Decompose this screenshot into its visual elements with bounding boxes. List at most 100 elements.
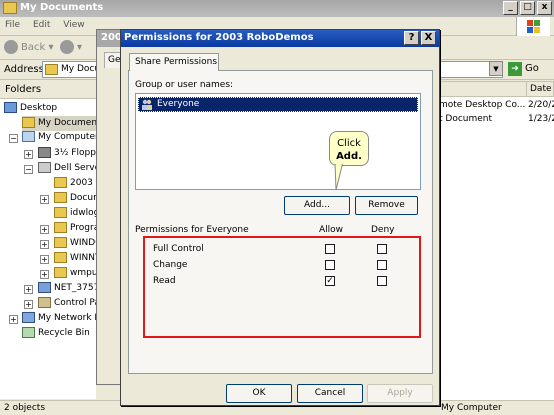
expand-icon[interactable]: + (40, 225, 49, 234)
address-value: My Docum (61, 64, 99, 74)
windows-logo-icon (516, 17, 550, 36)
dialog-titlebar: Permissions for 2003 RoboDemos ? X (121, 30, 439, 47)
explorer-title: My Documents (20, 2, 104, 13)
tree-item-dell-server[interactable]: Dell Server (38, 161, 96, 176)
users-group-icon (141, 99, 153, 110)
menu-view[interactable]: View (63, 20, 84, 30)
group-users-label: Group or user names: (135, 80, 234, 90)
folder-icon (45, 64, 58, 75)
file-name: mote Desktop Co... (439, 100, 526, 110)
folder-icon (54, 237, 67, 248)
column-label: Date M (530, 84, 553, 94)
allow-column-label: Allow (319, 225, 344, 235)
full-control-deny-checkbox[interactable] (377, 244, 387, 254)
list-item[interactable]: t Document (439, 114, 492, 124)
menu-file[interactable]: File (5, 20, 20, 30)
expand-icon[interactable]: + (24, 300, 33, 309)
expand-icon[interactable]: + (24, 285, 33, 294)
cancel-button[interactable]: Cancel (297, 384, 363, 403)
column-header-date[interactable]: Date M (526, 81, 554, 97)
maximize-button[interactable]: □ (520, 1, 535, 15)
user-list[interactable]: Everyone (135, 93, 421, 190)
remove-button[interactable]: Remove (355, 196, 418, 215)
list-item[interactable]: mote Desktop Co... (439, 100, 525, 110)
tree-label: Dell Server (54, 163, 96, 173)
file-list: Date M mote Desktop Co... 2/20/2 t Docum… (437, 81, 554, 401)
expand-icon[interactable]: + (40, 270, 49, 279)
tree-item-my-network[interactable]: My Network P (22, 311, 96, 326)
expand-icon[interactable]: + (40, 195, 49, 204)
expand-icon[interactable]: + (40, 255, 49, 264)
expand-icon[interactable]: + (24, 150, 33, 159)
read-allow-checkbox[interactable]: ✓ (325, 276, 335, 286)
status-location: My Computer (441, 403, 502, 413)
network-drive-icon (38, 282, 51, 293)
forward-button[interactable]: ▾ (60, 40, 82, 54)
column-header-name[interactable] (437, 81, 527, 97)
tree-label: 2003 (70, 178, 93, 188)
user-row-everyone[interactable]: Everyone (138, 97, 418, 112)
full-control-allow-checkbox[interactable] (325, 244, 335, 254)
tree-item-my-documents[interactable]: My Documents (22, 116, 96, 131)
list-item-date: 1/23/2 (528, 114, 554, 124)
tree-item-net[interactable]: NET_3757 (38, 281, 96, 296)
collapse-icon[interactable]: − (9, 134, 18, 143)
recycle-bin-icon (22, 327, 35, 338)
change-allow-checkbox[interactable] (325, 260, 335, 270)
folder-icon (54, 192, 67, 203)
menu-edit[interactable]: Edit (33, 20, 50, 30)
collapse-icon[interactable]: − (24, 165, 33, 174)
go-label: Go (525, 63, 539, 74)
permission-full-control-label: Full Control (153, 244, 204, 254)
tree-label: 3½ Floppy (54, 148, 96, 158)
add-button[interactable]: Add... (284, 196, 350, 215)
callout-line-1: Click (337, 138, 361, 149)
tree-item-idwlog[interactable]: idwlog (54, 206, 96, 221)
tree-item-control-panel[interactable]: Control Pa (38, 296, 96, 311)
apply-button[interactable]: Apply (367, 384, 433, 403)
close-window-button[interactable]: x (537, 1, 552, 15)
tree-item-2003[interactable]: 2003 (54, 176, 93, 191)
file-date: 1/23/2 (528, 114, 554, 124)
control-panel-icon (38, 297, 51, 308)
dialog-close-button[interactable]: X (421, 31, 436, 45)
tree-item-wmpub[interactable]: wmpub (54, 266, 96, 281)
expand-icon[interactable]: + (40, 240, 49, 249)
back-button[interactable]: Back ▾ (4, 40, 53, 54)
permission-change-label: Change (153, 260, 188, 270)
help-button[interactable]: ? (404, 31, 419, 45)
tree-item-program[interactable]: Program (54, 221, 96, 236)
file-name: t Document (439, 114, 493, 124)
tree-item-winnt[interactable]: WINNT (54, 251, 96, 266)
folder-icon (3, 2, 17, 14)
expand-icon[interactable]: + (9, 315, 18, 324)
permissions-dialog: Permissions for 2003 RoboDemos ? X Share… (120, 29, 440, 406)
tree-label: wmpub (70, 268, 96, 278)
minimize-button[interactable]: _ (503, 1, 518, 15)
dialog-title: Permissions for 2003 RoboDemos (124, 32, 314, 43)
go-button[interactable]: ➜ Go (508, 62, 539, 76)
change-deny-checkbox[interactable] (377, 260, 387, 270)
ok-button[interactable]: OK (226, 384, 292, 403)
user-name: Everyone (157, 99, 200, 109)
tree-label: Documents (70, 193, 96, 203)
tree-item-windows[interactable]: WINDOWS (54, 236, 96, 251)
address-field[interactable]: My Docum (42, 61, 100, 78)
tree-item-floppy[interactable]: 3½ Floppy (38, 146, 96, 161)
list-item-date: 2/20/2 (528, 100, 554, 110)
tree-item-my-computer[interactable]: My Computer (22, 130, 96, 145)
tab-share-permissions[interactable]: Share Permissions (129, 53, 219, 71)
read-deny-checkbox[interactable] (377, 276, 387, 286)
tree-label: Program (70, 223, 96, 233)
tree-label: idwlog (70, 208, 96, 218)
folders-pane-header: Folders (0, 81, 96, 99)
deny-column-label: Deny (371, 225, 395, 235)
tree-item-desktop[interactable]: Desktop (4, 101, 57, 116)
tree-item-recycle-bin[interactable]: Recycle Bin (22, 326, 90, 341)
desktop-icon (4, 102, 17, 113)
tree-label: My Documents (38, 118, 96, 128)
address-dropdown-button[interactable]: ▼ (489, 61, 503, 76)
folder-tree: Desktop My Documents − My Computer + 3½ … (0, 99, 96, 399)
folder-icon (54, 267, 67, 278)
tree-item-documents[interactable]: Documents (54, 191, 96, 206)
